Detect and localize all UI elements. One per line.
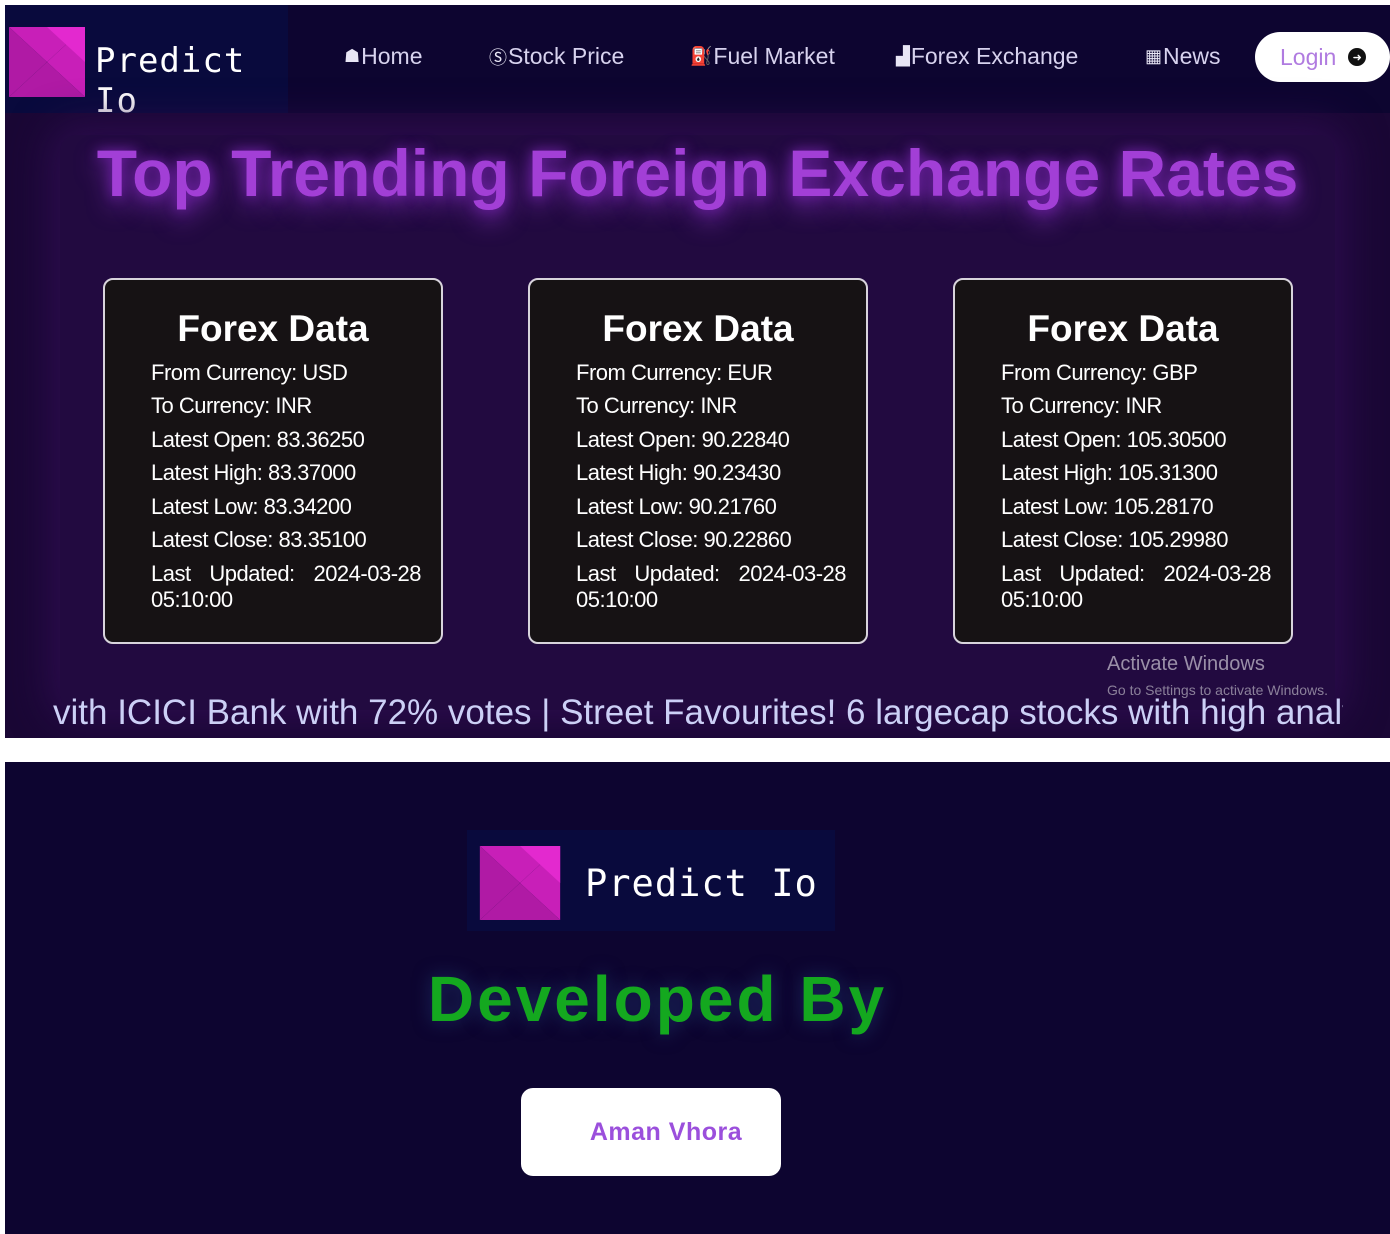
- latest-high: Latest High: 90.23430: [576, 460, 781, 485]
- from-currency: From Currency: USD: [151, 360, 348, 385]
- updated-time: 05:10:00: [576, 587, 658, 612]
- footer-brand-logo[interactable]: Predict Io: [467, 830, 835, 931]
- nav-forex-exchange-link[interactable]: ▟ Forex Exchange: [896, 43, 1078, 70]
- login-button[interactable]: Login ➜: [1255, 32, 1390, 82]
- forex-card-title: Forex Data: [1027, 308, 1219, 349]
- forex-card-eur: Forex Data From Currency: EUR To Currenc…: [528, 278, 868, 644]
- developer-card[interactable]: Aman Vhora: [521, 1088, 781, 1176]
- nav-fuel-market-label: Fuel Market: [713, 43, 835, 69]
- latest-high: Latest High: 105.31300: [1001, 460, 1218, 485]
- latest-open: Latest Open: 105.30500: [1001, 427, 1227, 452]
- updated-date: 2024-03-28: [738, 561, 846, 586]
- page-title: Top Trending Foreign Exchange Rates: [96, 136, 1299, 210]
- updated-label: Updated:: [209, 561, 295, 586]
- last-updated: Last Updated: 2024-03-28 05:10:00: [1001, 561, 1271, 613]
- updated-time: 05:10:00: [1001, 587, 1083, 612]
- forex-card-gbp: Forex Data From Currency: GBP To Currenc…: [953, 278, 1293, 644]
- to-currency: To Currency: INR: [1001, 393, 1162, 418]
- forex-card-title: Forex Data: [177, 308, 369, 349]
- logo-mark-icon: [479, 846, 561, 920]
- fuel-pump-icon: ⛽: [690, 46, 713, 66]
- main-section: Predict Io ☗ Home Ⓢ Stock Price ⛽ Fuel M…: [5, 5, 1390, 738]
- latest-low: Latest Low: 105.28170: [1001, 494, 1214, 519]
- latest-open: Latest Open: 83.36250: [151, 427, 365, 452]
- dollar-coin-icon: Ⓢ: [489, 47, 507, 68]
- to-currency: To Currency: INR: [576, 393, 737, 418]
- last-label: Last: [151, 561, 191, 586]
- nav-home-label: Home: [361, 43, 423, 69]
- brand-name: Predict Io: [95, 41, 246, 121]
- logo-mark-icon: [9, 27, 85, 97]
- bar-chart-icon: ▟: [896, 46, 910, 66]
- latest-close: Latest Close: 90.22860: [576, 527, 792, 552]
- developer-name: Aman Vhora: [589, 1117, 743, 1146]
- updated-time: 05:10:00: [151, 587, 233, 612]
- footer-brand-name: Predict Io: [585, 862, 818, 905]
- latest-low: Latest Low: 90.21760: [576, 494, 777, 519]
- latest-close: Latest Close: 83.35100: [151, 527, 367, 552]
- last-updated: Last Updated: 2024-03-28 05:10:00: [151, 561, 421, 613]
- forex-card-title: Forex Data: [602, 308, 794, 349]
- from-currency: From Currency: EUR: [576, 360, 773, 385]
- brand-logo[interactable]: Predict Io: [5, 5, 288, 121]
- last-label: Last: [1001, 561, 1041, 586]
- updated-label: Updated:: [1059, 561, 1145, 586]
- last-updated: Last Updated: 2024-03-28 05:10:00: [576, 561, 846, 613]
- to-currency: To Currency: INR: [151, 393, 312, 418]
- arrow-right-circle-icon: ➜: [1348, 48, 1367, 66]
- updated-label: Updated:: [634, 561, 720, 586]
- latest-low: Latest Low: 83.34200: [151, 494, 352, 519]
- footer: Predict Io Developed By Aman Vhora: [5, 762, 1390, 1234]
- nav-news-label: News: [1163, 43, 1221, 69]
- nav-home-link[interactable]: ☗ Home: [344, 43, 423, 70]
- updated-date: 2024-03-28: [1163, 561, 1271, 586]
- nav-stock-price-label: Stock Price: [508, 43, 625, 69]
- newspaper-icon: ▦: [1145, 46, 1163, 66]
- nav-news-link[interactable]: ▦ News: [1145, 43, 1221, 70]
- news-ticker[interactable]: vith ICICI Bank with 72% votes | Street …: [53, 693, 1343, 733]
- activate-windows-title: Activate Windows: [1107, 653, 1265, 675]
- navbar: Predict Io ☗ Home Ⓢ Stock Price ⛽ Fuel M…: [5, 5, 1390, 121]
- latest-close: Latest Close: 105.29980: [1001, 527, 1229, 552]
- from-currency: From Currency: GBP: [1001, 360, 1198, 385]
- forex-card-usd: Forex Data From Currency: USD To Currenc…: [103, 278, 443, 644]
- developed-by-heading: Developed By: [427, 963, 888, 1035]
- nav-stock-price-link[interactable]: Ⓢ Stock Price: [489, 43, 624, 70]
- nav-forex-exchange-label: Forex Exchange: [910, 43, 1079, 69]
- latest-open: Latest Open: 90.22840: [576, 427, 790, 452]
- latest-high: Latest High: 83.37000: [151, 460, 356, 485]
- login-label: Login: [1280, 43, 1337, 70]
- last-label: Last: [576, 561, 616, 586]
- nav-fuel-market-link[interactable]: ⛽ Fuel Market: [690, 43, 835, 70]
- home-icon: ☗: [344, 46, 361, 66]
- updated-date: 2024-03-28: [313, 561, 421, 586]
